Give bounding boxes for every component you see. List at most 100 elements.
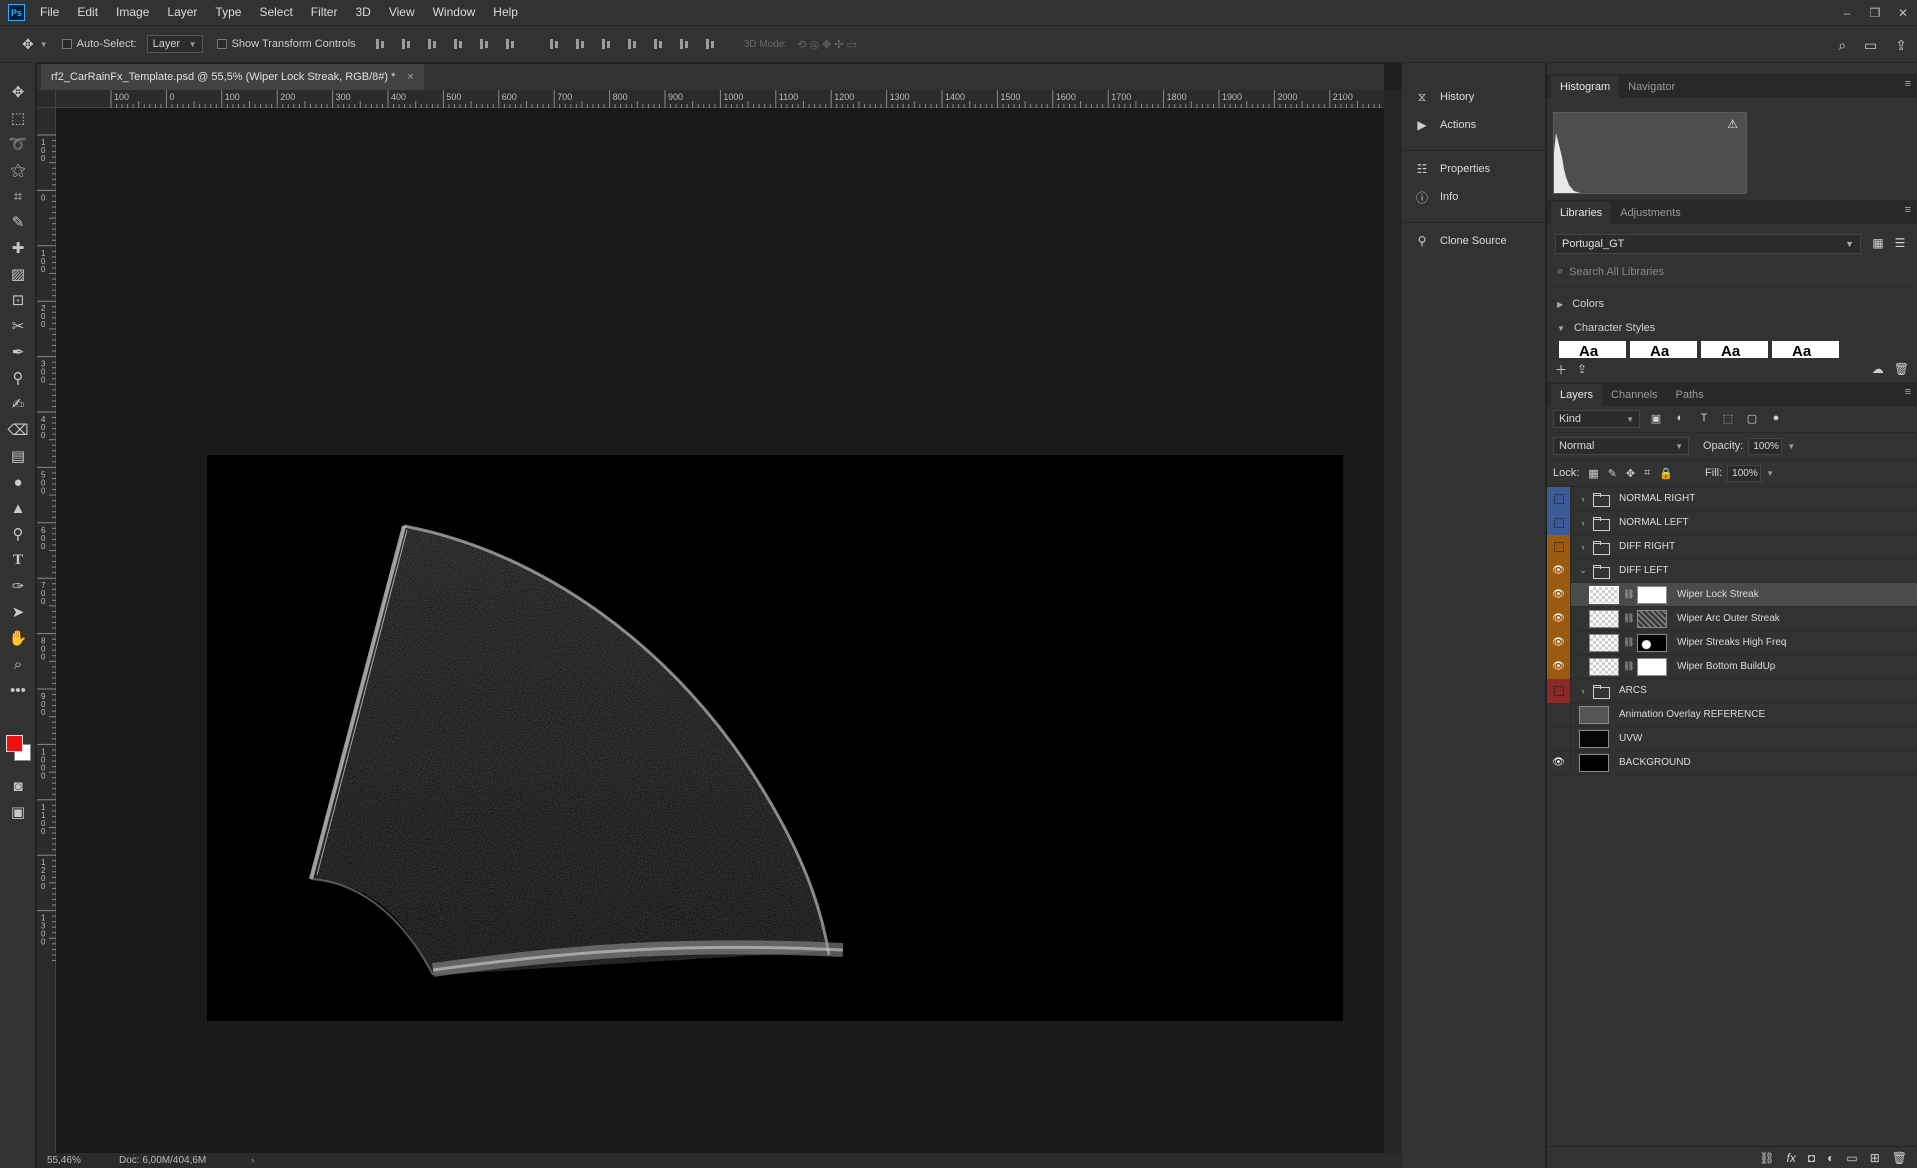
visibility-toggle[interactable] — [1547, 678, 1571, 703]
dock-item-history[interactable]: ⧖ History — [1402, 83, 1545, 111]
horizontal-ruler[interactable]: 100 0 100 200 300 400 500 600 700 800 900 1000 1100 1… — [56, 90, 1436, 108]
visibility-toggle[interactable]: 👁 — [1547, 558, 1571, 583]
fill-input[interactable]: 100% — [1727, 464, 1762, 482]
chevron-right-icon[interactable]: › — [1577, 494, 1589, 504]
menu-help[interactable]: Help — [484, 0, 527, 25]
more-tools-icon[interactable]: ••• — [0, 677, 36, 703]
layer-mask-thumbnail[interactable] — [1637, 609, 1667, 628]
close-button[interactable]: ✕ — [1889, 0, 1917, 25]
workspace-icon[interactable]: ▭ — [1864, 37, 1877, 54]
layer-mask-thumbnail[interactable] — [1637, 633, 1667, 652]
new-group-icon[interactable]: ▭ — [1846, 1151, 1857, 1165]
show-transform-checkbox[interactable] — [216, 39, 227, 49]
character-style-thumb[interactable]: Aa — [1701, 341, 1768, 358]
menu-select[interactable]: Select — [250, 0, 301, 25]
dock-item-clone-source[interactable]: ⚲ Clone Source — [1402, 227, 1545, 255]
chevron-down-icon[interactable]: ⌄ — [1577, 565, 1589, 576]
panel-menu-icon[interactable]: ≡ — [1905, 78, 1911, 90]
layer-mask-thumbnail[interactable] — [1637, 657, 1667, 676]
pen-tool-icon[interactable]: ✑ — [0, 573, 36, 599]
character-style-thumb[interactable]: Aa — [1559, 341, 1626, 358]
library-section-colors[interactable]: ▶ Colors — [1557, 298, 1604, 310]
chevron-right-icon[interactable]: › — [1577, 542, 1589, 552]
cloud-sync-icon[interactable]: ☁ — [1872, 362, 1884, 376]
layer-row[interactable]: 👁 ⛓ Wiper Bottom BuildUp — [1547, 654, 1917, 679]
menu-filter[interactable]: Filter — [302, 0, 347, 25]
list-view-icon[interactable]: ☰ — [1891, 234, 1909, 252]
library-section-character-styles[interactable]: ▼ Character Styles — [1557, 322, 1655, 334]
panel-menu-icon[interactable]: ≡ — [1905, 204, 1911, 216]
lock-all-icon[interactable]: 🔒 — [1659, 467, 1673, 480]
layer-thumbnail[interactable] — [1579, 753, 1609, 772]
menu-edit[interactable]: Edit — [68, 0, 107, 25]
menu-3d[interactable]: 3D — [346, 0, 379, 25]
clone-stamp-tool-icon[interactable]: ⚲ — [0, 365, 36, 391]
chevron-right-icon[interactable]: › — [1577, 686, 1589, 696]
visibility-toggle[interactable] — [1547, 726, 1571, 751]
trash-icon[interactable]: 🗑 — [1892, 1151, 1907, 1165]
mask-link-icon[interactable]: ⛓ — [1623, 637, 1634, 648]
eraser-tool-icon[interactable]: ⌫ — [0, 417, 36, 443]
visibility-toggle[interactable]: 👁 — [1547, 750, 1571, 775]
auto-select-checkbox[interactable] — [61, 39, 72, 49]
menu-image[interactable]: Image — [107, 0, 158, 25]
lock-transparent-icon[interactable]: ▦ — [1588, 467, 1598, 480]
quick-mask-icon[interactable]: ◙ — [0, 773, 36, 799]
patch-tool-icon[interactable]: ▨ — [0, 261, 36, 287]
dock-item-actions[interactable]: ▶ Actions — [1402, 111, 1545, 139]
upload-icon[interactable]: ⇪ — [1577, 362, 1587, 376]
lasso-tool-icon[interactable]: ➰ — [0, 131, 36, 157]
marquee-tool-icon[interactable]: ⬚ — [0, 105, 36, 131]
link-layers-icon[interactable]: ⛓ — [1759, 1151, 1774, 1165]
eyedropper-tool-icon[interactable]: ✎ — [0, 209, 36, 235]
visibility-toggle[interactable]: 👁 — [1547, 606, 1571, 631]
opacity-input[interactable]: 100% — [1748, 437, 1783, 455]
pixel-filter-icon[interactable]: ▣ — [1648, 412, 1664, 426]
lock-image-icon[interactable]: ✎ — [1608, 467, 1617, 480]
smart-object-filter-icon[interactable]: ▢ — [1744, 412, 1760, 426]
screen-mode-icon[interactable]: ▣ — [0, 799, 36, 825]
visibility-toggle[interactable]: 👁 — [1547, 630, 1571, 655]
visibility-toggle[interactable] — [1547, 510, 1571, 535]
tab-histogram[interactable]: Histogram — [1551, 76, 1620, 98]
layer-row[interactable]: 👁 BACKGROUND — [1547, 750, 1917, 775]
align-vcenter-icon[interactable] — [400, 37, 414, 51]
move-tool-icon[interactable]: ✥ — [22, 36, 34, 53]
menu-view[interactable]: View — [380, 0, 424, 25]
layer-row[interactable]: 👁 ⛓ Wiper Lock Streak — [1547, 582, 1917, 607]
document-tab[interactable]: rf2_CarRainFx_Template.psd @ 55,5% (Wipe… — [41, 64, 424, 90]
align-right-icon[interactable] — [504, 37, 518, 51]
vertical-ruler[interactable]: 1000100200300400500600700800900100011001… — [37, 108, 56, 1153]
sharpen-tool-icon[interactable]: ▲ — [0, 495, 36, 521]
blur-tool-icon[interactable]: ● — [0, 469, 36, 495]
menu-file[interactable]: File — [31, 0, 68, 25]
healing-brush-tool-icon[interactable]: ✚ — [0, 235, 36, 261]
layer-group-row[interactable]: › NORMAL RIGHT — [1547, 486, 1917, 511]
hand-tool-icon[interactable]: ✋ — [0, 625, 36, 651]
zoom-tool-icon[interactable]: ⌕ — [0, 651, 36, 677]
layer-group-row[interactable]: › NORMAL LEFT — [1547, 510, 1917, 535]
visibility-toggle[interactable] — [1547, 702, 1571, 727]
tab-libraries[interactable]: Libraries — [1551, 202, 1612, 224]
align-left-icon[interactable] — [452, 37, 466, 51]
layer-group-row[interactable]: 👁 ⌄ DIFF LEFT — [1547, 558, 1917, 583]
type-tool-icon[interactable]: T — [0, 547, 36, 573]
layer-kind-filter[interactable]: Kind ▼ — [1553, 410, 1640, 428]
auto-select-target-dropdown[interactable]: Layer ▼ — [146, 35, 203, 53]
vertical-scrollbar[interactable] — [1384, 90, 1401, 1153]
add-mask-icon[interactable]: ◘ — [1808, 1151, 1815, 1165]
character-style-thumb[interactable]: Aa — [1630, 341, 1697, 358]
layer-thumbnail[interactable] — [1579, 729, 1609, 748]
dock-item-info[interactable]: ⓘ Info — [1402, 183, 1545, 211]
puppet-warp-tool-icon[interactable]: ✂ — [0, 313, 36, 339]
dock-item-properties[interactable]: ☷ Properties — [1402, 155, 1545, 183]
crop-tool-icon[interactable]: ⌗ — [0, 183, 36, 209]
gradient-tool-icon[interactable]: ▤ — [0, 443, 36, 469]
align-bottom-icon[interactable] — [426, 37, 440, 51]
layer-thumbnail[interactable] — [1579, 705, 1609, 724]
align-hcenter-icon[interactable] — [478, 37, 492, 51]
lock-position-icon[interactable]: ✥ — [1626, 467, 1635, 480]
tab-channels[interactable]: Channels — [1602, 384, 1666, 406]
path-selection-tool-icon[interactable]: ➤ — [0, 599, 36, 625]
lock-artboard-icon[interactable]: ⌗ — [1644, 467, 1650, 480]
